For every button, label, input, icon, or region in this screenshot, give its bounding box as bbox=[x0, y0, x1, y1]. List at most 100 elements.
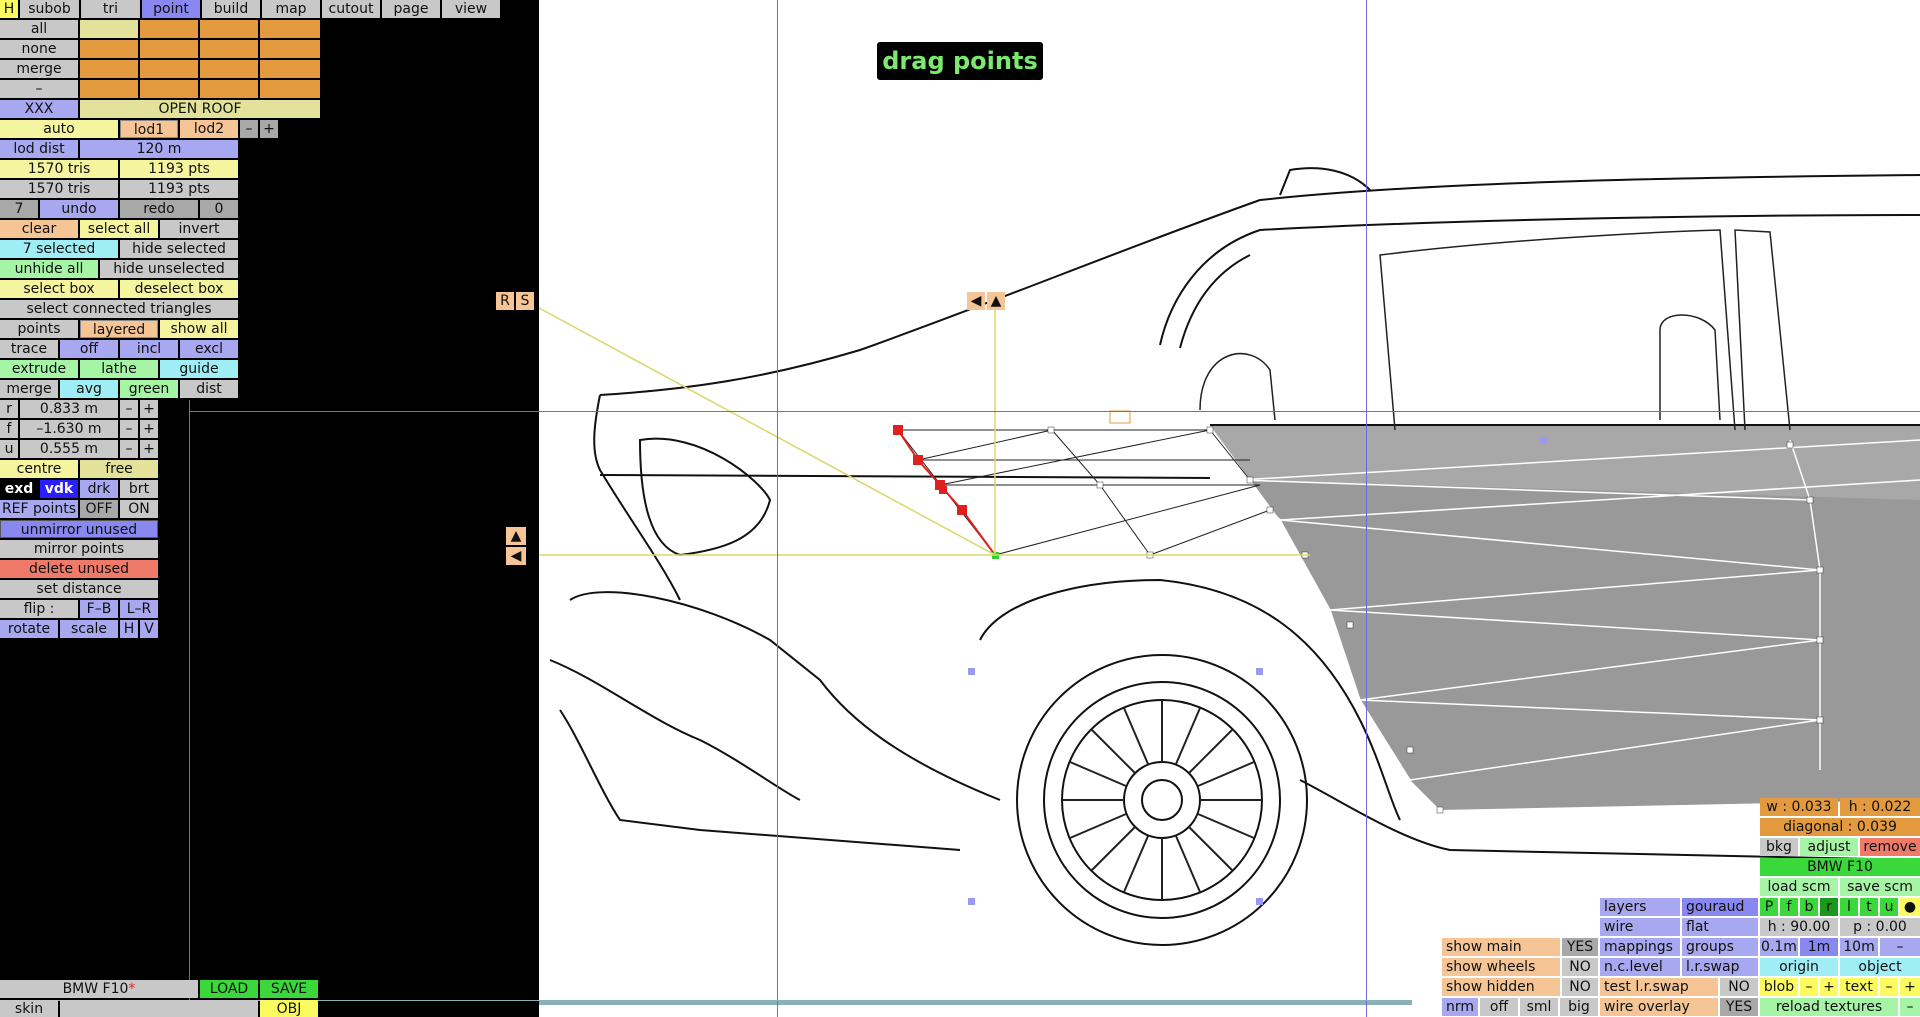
step-01m-button[interactable]: 0.1m bbox=[1760, 938, 1798, 956]
text-minus-button[interactable]: – bbox=[1880, 978, 1898, 996]
load-button[interactable]: LOAD bbox=[200, 980, 258, 998]
select-all-points-button[interactable]: select all bbox=[80, 220, 158, 238]
rotate-button[interactable]: rotate bbox=[0, 620, 58, 638]
wire-button[interactable]: wire bbox=[1600, 918, 1680, 936]
unmirror-unused-button[interactable]: unmirror unused bbox=[0, 520, 158, 538]
view-p-button[interactable]: P bbox=[1760, 898, 1778, 916]
lod1-button[interactable]: lod1 bbox=[120, 120, 178, 138]
bkg-button[interactable]: bkg bbox=[1760, 838, 1798, 856]
trace-excl-button[interactable]: excl bbox=[180, 340, 238, 358]
lathe-button[interactable]: lathe bbox=[80, 360, 158, 378]
ref-off-button[interactable]: OFF bbox=[80, 500, 118, 518]
text-plus-button[interactable]: + bbox=[1900, 978, 1920, 996]
remove-button[interactable]: remove bbox=[1860, 838, 1920, 856]
swatch[interactable] bbox=[140, 40, 198, 58]
swatch[interactable] bbox=[260, 40, 320, 58]
select-connected-button[interactable]: select connected triangles bbox=[0, 300, 238, 318]
reload-textures-button[interactable]: reload textures bbox=[1760, 998, 1898, 1016]
nrm-button[interactable]: nrm bbox=[1442, 998, 1478, 1016]
adjust-button[interactable]: adjust bbox=[1800, 838, 1858, 856]
set-distance-button[interactable]: set distance bbox=[0, 580, 158, 598]
swatch[interactable] bbox=[260, 60, 320, 78]
view-t-button[interactable]: t bbox=[1860, 898, 1878, 916]
save-button[interactable]: SAVE bbox=[260, 980, 318, 998]
lod-plus-button[interactable]: + bbox=[260, 120, 278, 138]
show-main-toggle[interactable]: YES bbox=[1562, 938, 1598, 956]
select-none-button[interactable]: none bbox=[0, 40, 78, 58]
dash-button[interactable]: – bbox=[0, 80, 78, 98]
load-scm-button[interactable]: load scm bbox=[1760, 878, 1838, 896]
test-lr-swap-toggle[interactable]: NO bbox=[1720, 978, 1758, 996]
avg-button[interactable]: avg bbox=[60, 380, 118, 398]
tab-cutout[interactable]: cutout bbox=[322, 0, 380, 18]
swatch[interactable] bbox=[200, 20, 258, 38]
nc-level-button[interactable]: n.c.level bbox=[1600, 958, 1680, 976]
scale-handle[interactable]: S bbox=[516, 292, 534, 310]
select-all-button[interactable]: all bbox=[0, 20, 78, 38]
u-plus-button[interactable]: + bbox=[140, 440, 158, 458]
blob-minus-button[interactable]: – bbox=[1800, 978, 1818, 996]
swatch[interactable] bbox=[80, 60, 138, 78]
lod-dist-value[interactable]: 120 m bbox=[80, 140, 238, 158]
xxx-button[interactable]: XXX bbox=[0, 100, 78, 118]
deselect-box-button[interactable]: deselect box bbox=[120, 280, 238, 298]
tab-page[interactable]: page bbox=[382, 0, 440, 18]
h-toggle[interactable]: H bbox=[120, 620, 138, 638]
h-button[interactable]: H bbox=[0, 0, 18, 18]
u-minus-button[interactable]: – bbox=[120, 440, 138, 458]
gouraud-button[interactable]: gouraud bbox=[1682, 898, 1758, 916]
clear-button[interactable]: clear bbox=[0, 220, 78, 238]
invert-button[interactable]: invert bbox=[160, 220, 238, 238]
ref-on-button[interactable]: ON bbox=[120, 500, 158, 518]
tab-point[interactable]: point bbox=[142, 0, 200, 18]
obj-button[interactable]: OBJ bbox=[260, 1000, 318, 1017]
extrude-button[interactable]: extrude bbox=[0, 360, 78, 378]
sml-button[interactable]: sml bbox=[1520, 998, 1558, 1016]
move-left-handle[interactable]: ◀ bbox=[967, 292, 985, 310]
trace-off-button[interactable]: off bbox=[60, 340, 118, 358]
reload-dash-button[interactable]: – bbox=[1900, 998, 1920, 1016]
f-plus-button[interactable]: + bbox=[140, 420, 158, 438]
view-dot-button[interactable]: ● bbox=[1900, 898, 1920, 916]
swatch[interactable] bbox=[200, 80, 258, 98]
green-button[interactable]: green bbox=[120, 380, 178, 398]
step-10m-button[interactable]: 10m bbox=[1840, 938, 1878, 956]
flip-lr-button[interactable]: L–R bbox=[120, 600, 158, 618]
swatch[interactable] bbox=[140, 60, 198, 78]
layers-button[interactable]: layers bbox=[1600, 898, 1680, 916]
u-value[interactable]: 0.555 m bbox=[20, 440, 118, 458]
exd-button[interactable]: exd bbox=[0, 480, 38, 498]
open-roof-button[interactable]: OPEN ROOF bbox=[80, 100, 320, 118]
tab-view[interactable]: view bbox=[442, 0, 500, 18]
drk-button[interactable]: drk bbox=[80, 480, 118, 498]
step-1m-button[interactable]: 1m bbox=[1800, 938, 1838, 956]
off-button[interactable]: off bbox=[1480, 998, 1518, 1016]
lr-swap-button[interactable]: l.r.swap bbox=[1682, 958, 1758, 976]
flat-button[interactable]: flat bbox=[1682, 918, 1758, 936]
mirror-points-button[interactable]: mirror points bbox=[0, 540, 158, 558]
show-all-button[interactable]: show all bbox=[160, 320, 238, 338]
lod-minus-button[interactable]: – bbox=[240, 120, 258, 138]
trace-button[interactable]: trace bbox=[0, 340, 58, 358]
flip-fb-button[interactable]: F–B bbox=[80, 600, 118, 618]
tab-build[interactable]: build bbox=[202, 0, 260, 18]
swatch[interactable] bbox=[80, 80, 138, 98]
centre-button[interactable]: centre bbox=[0, 460, 78, 478]
show-wheels-toggle[interactable]: NO bbox=[1562, 958, 1598, 976]
object-button[interactable]: object bbox=[1840, 958, 1920, 976]
undo-button[interactable]: undo bbox=[40, 200, 118, 218]
layered-button[interactable]: layered bbox=[80, 320, 158, 338]
guide-button[interactable]: guide bbox=[160, 360, 238, 378]
swatch[interactable] bbox=[200, 40, 258, 58]
show-hidden-toggle[interactable]: NO bbox=[1562, 978, 1598, 996]
hide-selected-button[interactable]: hide selected bbox=[120, 240, 238, 258]
vdk-button[interactable]: vdk bbox=[40, 480, 78, 498]
3d-viewport[interactable] bbox=[539, 0, 1920, 1017]
mappings-button[interactable]: mappings bbox=[1600, 938, 1680, 956]
swatch[interactable] bbox=[80, 20, 138, 38]
skin-field[interactable] bbox=[60, 1000, 258, 1017]
delete-unused-button[interactable]: delete unused bbox=[0, 560, 158, 578]
hide-unselected-button[interactable]: hide unselected bbox=[100, 260, 238, 278]
r-minus-button[interactable]: – bbox=[120, 400, 138, 418]
lod2-button[interactable]: lod2 bbox=[180, 120, 238, 138]
